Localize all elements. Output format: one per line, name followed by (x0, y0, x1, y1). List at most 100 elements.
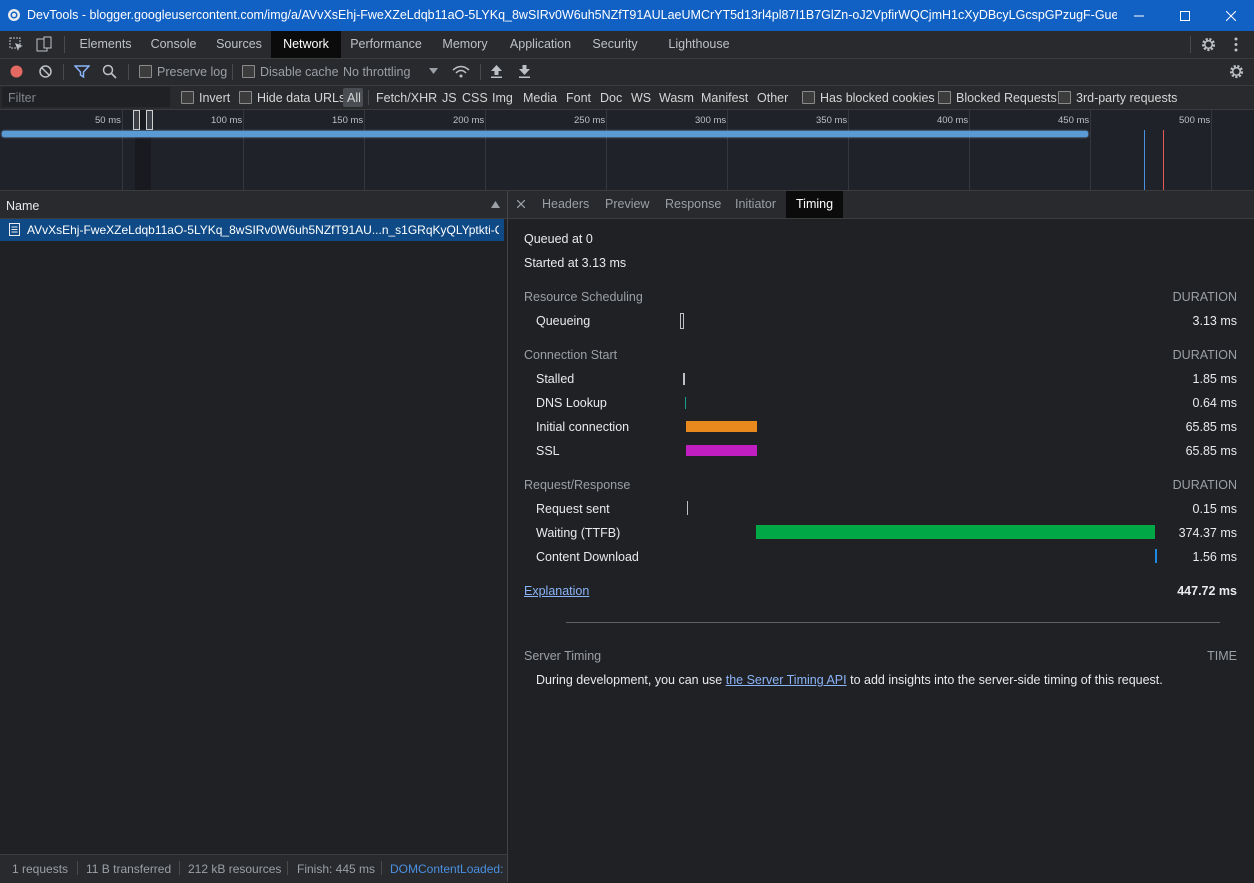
status-resources: 212 kB resources (188, 862, 282, 876)
ssl-duration: 65.85 ms (1185, 444, 1237, 458)
tab-sources[interactable]: Sources (207, 31, 271, 58)
tab-response[interactable]: Response (665, 191, 721, 218)
type-wasm[interactable]: Wasm (659, 91, 694, 105)
dns-lookup-bar (685, 397, 686, 409)
overview-left-handle[interactable] (133, 110, 140, 130)
type-fetch-xhr[interactable]: Fetch/XHR (376, 91, 437, 105)
duration-header: DURATION (1172, 348, 1237, 362)
tab-initiator[interactable]: Initiator (735, 191, 776, 218)
time-header: TIME (1207, 649, 1237, 663)
export-har-icon[interactable] (518, 64, 531, 79)
blocked-requests-checkbox[interactable] (938, 91, 951, 104)
divider (381, 861, 382, 875)
tab-preview[interactable]: Preview (605, 191, 649, 218)
invert-checkbox[interactable] (181, 91, 194, 104)
tab-application[interactable]: Application (499, 31, 582, 58)
filter-icon[interactable] (74, 64, 90, 79)
third-party-checkbox[interactable] (1058, 91, 1071, 104)
grid-line (364, 110, 365, 190)
section-divider (566, 622, 1220, 623)
tick-label: 250 ms (574, 115, 606, 126)
inspect-element-icon[interactable] (9, 37, 24, 52)
import-har-icon[interactable] (490, 64, 503, 79)
content-download-label: Content Download (536, 550, 639, 564)
name-column-header[interactable]: Name (0, 191, 507, 219)
overview-right-handle[interactable] (146, 110, 153, 130)
hide-data-urls-label: Hide data URLs (257, 91, 346, 105)
tab-timing[interactable]: Timing (786, 191, 844, 218)
tab-console[interactable]: Console (140, 31, 207, 58)
tick-label: 50 ms (95, 115, 121, 126)
type-css[interactable]: CSS (462, 91, 488, 105)
disable-cache-label: Disable cache (260, 65, 339, 79)
tab-security[interactable]: Security (582, 31, 648, 58)
ssl-label: SSL (536, 444, 560, 458)
more-options-icon[interactable] (1233, 37, 1239, 52)
detail-tabs-bar: Headers Preview Response Initiator Timin… (508, 191, 1254, 219)
type-all[interactable]: All (347, 91, 361, 105)
network-settings-gear-icon[interactable] (1229, 64, 1244, 79)
explanation-link[interactable]: Explanation (524, 584, 589, 598)
device-toolbar-icon[interactable] (36, 36, 52, 52)
type-img[interactable]: Img (492, 91, 513, 105)
divider (128, 64, 129, 80)
network-conditions-icon[interactable] (452, 64, 470, 80)
tab-lighthouse[interactable]: Lighthouse (658, 31, 740, 58)
request-list-panel: Name AVvXsEhj-FweXZeLdqb11aO-5LYKq_8wSIR… (0, 191, 508, 883)
close-details-icon[interactable] (517, 200, 525, 208)
stalled-label: Stalled (536, 372, 575, 386)
blocked-requests-label: Blocked Requests (956, 91, 1057, 105)
waiting-ttfb-duration: 374.37 ms (1178, 526, 1237, 540)
gear-icon[interactable] (1201, 37, 1216, 52)
type-ws[interactable]: WS (631, 91, 651, 105)
ssl-bar (686, 445, 757, 456)
content-download-bar (1155, 549, 1157, 563)
grid-line (243, 110, 244, 190)
grid-line (848, 110, 849, 190)
divider (77, 861, 78, 875)
type-other[interactable]: Other (757, 91, 788, 105)
maximize-button[interactable] (1162, 0, 1208, 31)
status-finish: Finish: 445 ms (297, 862, 376, 876)
minimize-button[interactable] (1116, 0, 1162, 31)
grid-line (606, 110, 607, 190)
grid-line (1090, 110, 1091, 190)
close-window-button[interactable] (1208, 0, 1254, 31)
type-js[interactable]: JS (442, 91, 457, 105)
section-request-response: Request/Response (524, 478, 631, 492)
table-row[interactable]: AVvXsEhj-FweXZeLdqb11aO-5LYKq_8wSIRv0W6u… (0, 219, 504, 241)
tab-elements[interactable]: Elements (71, 31, 140, 58)
preserve-log-checkbox[interactable] (139, 65, 152, 78)
record-icon[interactable] (9, 64, 24, 79)
waiting-ttfb-bar (756, 525, 1155, 539)
grid-line (122, 110, 123, 190)
hide-data-urls-checkbox[interactable] (239, 91, 252, 104)
throttling-select[interactable]: No throttling (343, 65, 410, 79)
has-blocked-cookies-checkbox[interactable] (802, 91, 815, 104)
tab-network[interactable]: Network (271, 31, 341, 58)
server-timing-api-link[interactable]: the Server Timing API (726, 673, 847, 687)
tab-headers[interactable]: Headers (542, 191, 589, 218)
grid-line (485, 110, 486, 190)
preserve-log-label: Preserve log (157, 65, 228, 79)
network-overview[interactable]: 50 ms 100 ms 150 ms 200 ms 250 ms 300 ms… (0, 110, 1254, 191)
section-resource-scheduling: Resource Scheduling (524, 290, 643, 304)
type-font[interactable]: Font (566, 91, 591, 105)
filter-input-box[interactable]: Filter (2, 87, 170, 107)
search-icon[interactable] (102, 64, 117, 79)
close-icon (1226, 10, 1236, 21)
tab-memory[interactable]: Memory (431, 31, 499, 58)
clear-icon[interactable] (38, 64, 53, 79)
disable-cache-checkbox[interactable] (242, 65, 255, 78)
filter-bar: Filter Invert Hide data URLs All Fetch/X… (0, 86, 1254, 110)
tick-label: 200 ms (453, 115, 485, 126)
divider (368, 90, 369, 105)
queueing-label: Queueing (536, 314, 591, 328)
window-title: DevTools - blogger.googleusercontent.com… (27, 8, 1117, 22)
type-doc[interactable]: Doc (600, 91, 622, 105)
type-manifest[interactable]: Manifest (701, 91, 748, 105)
tick-label: 450 ms (1058, 115, 1090, 126)
tab-performance[interactable]: Performance (341, 31, 431, 58)
divider (64, 36, 65, 53)
type-media[interactable]: Media (523, 91, 557, 105)
